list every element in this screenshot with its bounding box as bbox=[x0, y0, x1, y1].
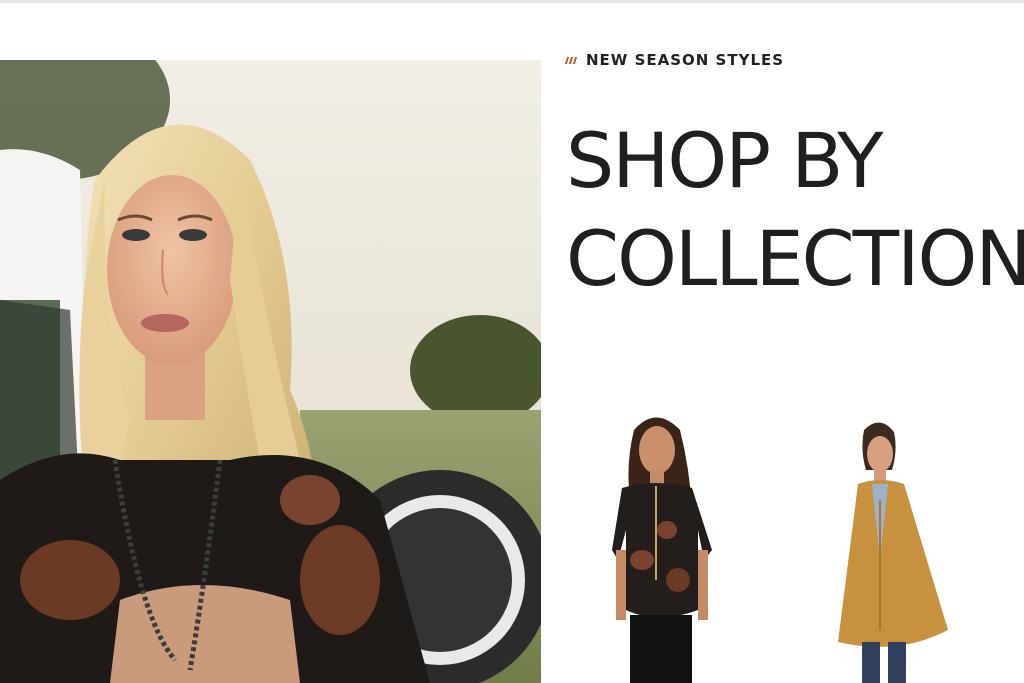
eyebrow-label: NEW SEASON STYLES bbox=[564, 51, 785, 69]
accent-stripes-icon bbox=[564, 57, 578, 64]
heading-line-2: COLLECTION bbox=[566, 214, 1024, 303]
product-image-tan-poncho[interactable] bbox=[828, 420, 960, 683]
product-image-printed-shirt[interactable] bbox=[612, 410, 730, 683]
section-heading: SHOP BY COLLECTION bbox=[566, 112, 1024, 308]
hero-image[interactable] bbox=[0, 60, 541, 683]
top-divider bbox=[0, 0, 1024, 3]
heading-line-1: SHOP BY bbox=[566, 116, 884, 205]
eyebrow-text: NEW SEASON STYLES bbox=[586, 51, 785, 69]
